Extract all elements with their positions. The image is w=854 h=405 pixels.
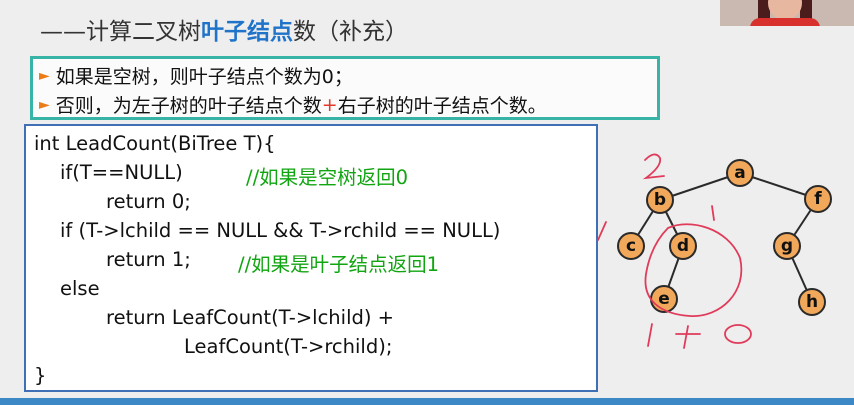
tree-node-f: f <box>804 185 832 213</box>
tree-node-b: b <box>646 186 674 214</box>
handwritten-tick <box>597 221 607 241</box>
tree-node-h: h <box>798 288 826 316</box>
tree-node-c: c <box>617 232 645 260</box>
tree-node-c-label: c <box>626 236 636 256</box>
tree-node-b-label: b <box>654 190 666 210</box>
bottom-bar <box>0 398 854 405</box>
handwritten-one-top <box>711 205 715 221</box>
tree-node-d-label: d <box>677 236 689 256</box>
tree-node-h-label: h <box>806 292 818 312</box>
tree-node-d: d <box>669 232 697 260</box>
tree-node-e: e <box>650 285 678 313</box>
handwritten-two <box>642 153 665 180</box>
handwritten-one-bottom <box>647 323 653 347</box>
tree-node-a-label: a <box>734 163 745 183</box>
handwritten-plus <box>675 325 701 349</box>
binary-tree-diagram: a b f c d g e h <box>597 153 832 349</box>
tree-node-f-label: f <box>814 189 822 209</box>
handwritten-zero <box>724 324 752 344</box>
tree-node-g-label: g <box>781 236 793 256</box>
tree-node-g: g <box>773 232 801 260</box>
tree-node-e-label: e <box>658 289 670 309</box>
tree-node-a: a <box>726 159 754 187</box>
